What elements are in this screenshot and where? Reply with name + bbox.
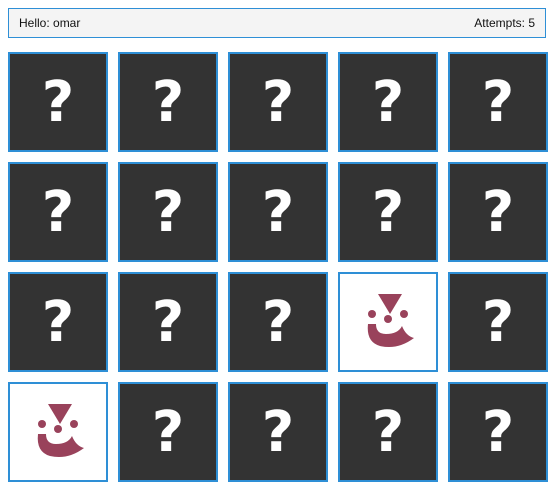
card-grid: ????????????? ? ???? [8, 52, 548, 482]
question-mark-icon: ? [41, 180, 75, 245]
question-mark-icon: ? [261, 400, 295, 465]
question-mark-icon: ? [481, 400, 515, 465]
memory-card[interactable]: ? [228, 272, 328, 372]
question-mark-icon: ? [151, 290, 185, 355]
question-mark-icon: ? [151, 180, 185, 245]
question-mark-icon: ? [151, 70, 185, 135]
memory-card[interactable]: ? [118, 162, 218, 262]
memory-card[interactable]: ? [448, 52, 548, 152]
jester-icon [367, 294, 414, 347]
memory-card[interactable]: ? [448, 382, 548, 482]
question-mark-icon: ? [261, 290, 295, 355]
memory-card[interactable]: ? [228, 162, 328, 262]
memory-card[interactable]: ? [338, 52, 438, 152]
question-mark-icon: ? [371, 400, 405, 465]
memory-card[interactable]: ? [118, 52, 218, 152]
question-mark-icon: ? [481, 70, 515, 135]
question-mark-icon: ? [261, 70, 295, 135]
memory-card[interactable]: ? [118, 382, 218, 482]
question-mark-icon: ? [371, 180, 405, 245]
question-mark-icon: ? [151, 400, 185, 465]
jester-icon [37, 404, 84, 457]
memory-card[interactable]: ? [8, 162, 108, 262]
memory-card[interactable]: ? [448, 162, 548, 262]
memory-card[interactable] [338, 272, 438, 372]
memory-card[interactable]: ? [8, 52, 108, 152]
memory-card[interactable]: ? [448, 272, 548, 372]
memory-card[interactable]: ? [338, 162, 438, 262]
memory-card[interactable]: ? [118, 272, 218, 372]
question-mark-icon: ? [41, 290, 75, 355]
question-mark-icon: ? [261, 180, 295, 245]
memory-card[interactable] [8, 382, 108, 482]
memory-card[interactable]: ? [228, 382, 328, 482]
memory-card[interactable]: ? [8, 272, 108, 372]
question-mark-icon: ? [371, 70, 405, 135]
question-mark-icon: ? [481, 290, 515, 355]
question-mark-icon: ? [41, 70, 75, 135]
memory-card[interactable]: ? [228, 52, 328, 152]
game-header: Hello: omar Attempts: 5 [8, 8, 546, 38]
attempts-counter: Attempts: 5 [474, 16, 535, 30]
memory-card[interactable]: ? [338, 382, 438, 482]
player-greeting: Hello: omar [19, 16, 81, 30]
question-mark-icon: ? [481, 180, 515, 245]
